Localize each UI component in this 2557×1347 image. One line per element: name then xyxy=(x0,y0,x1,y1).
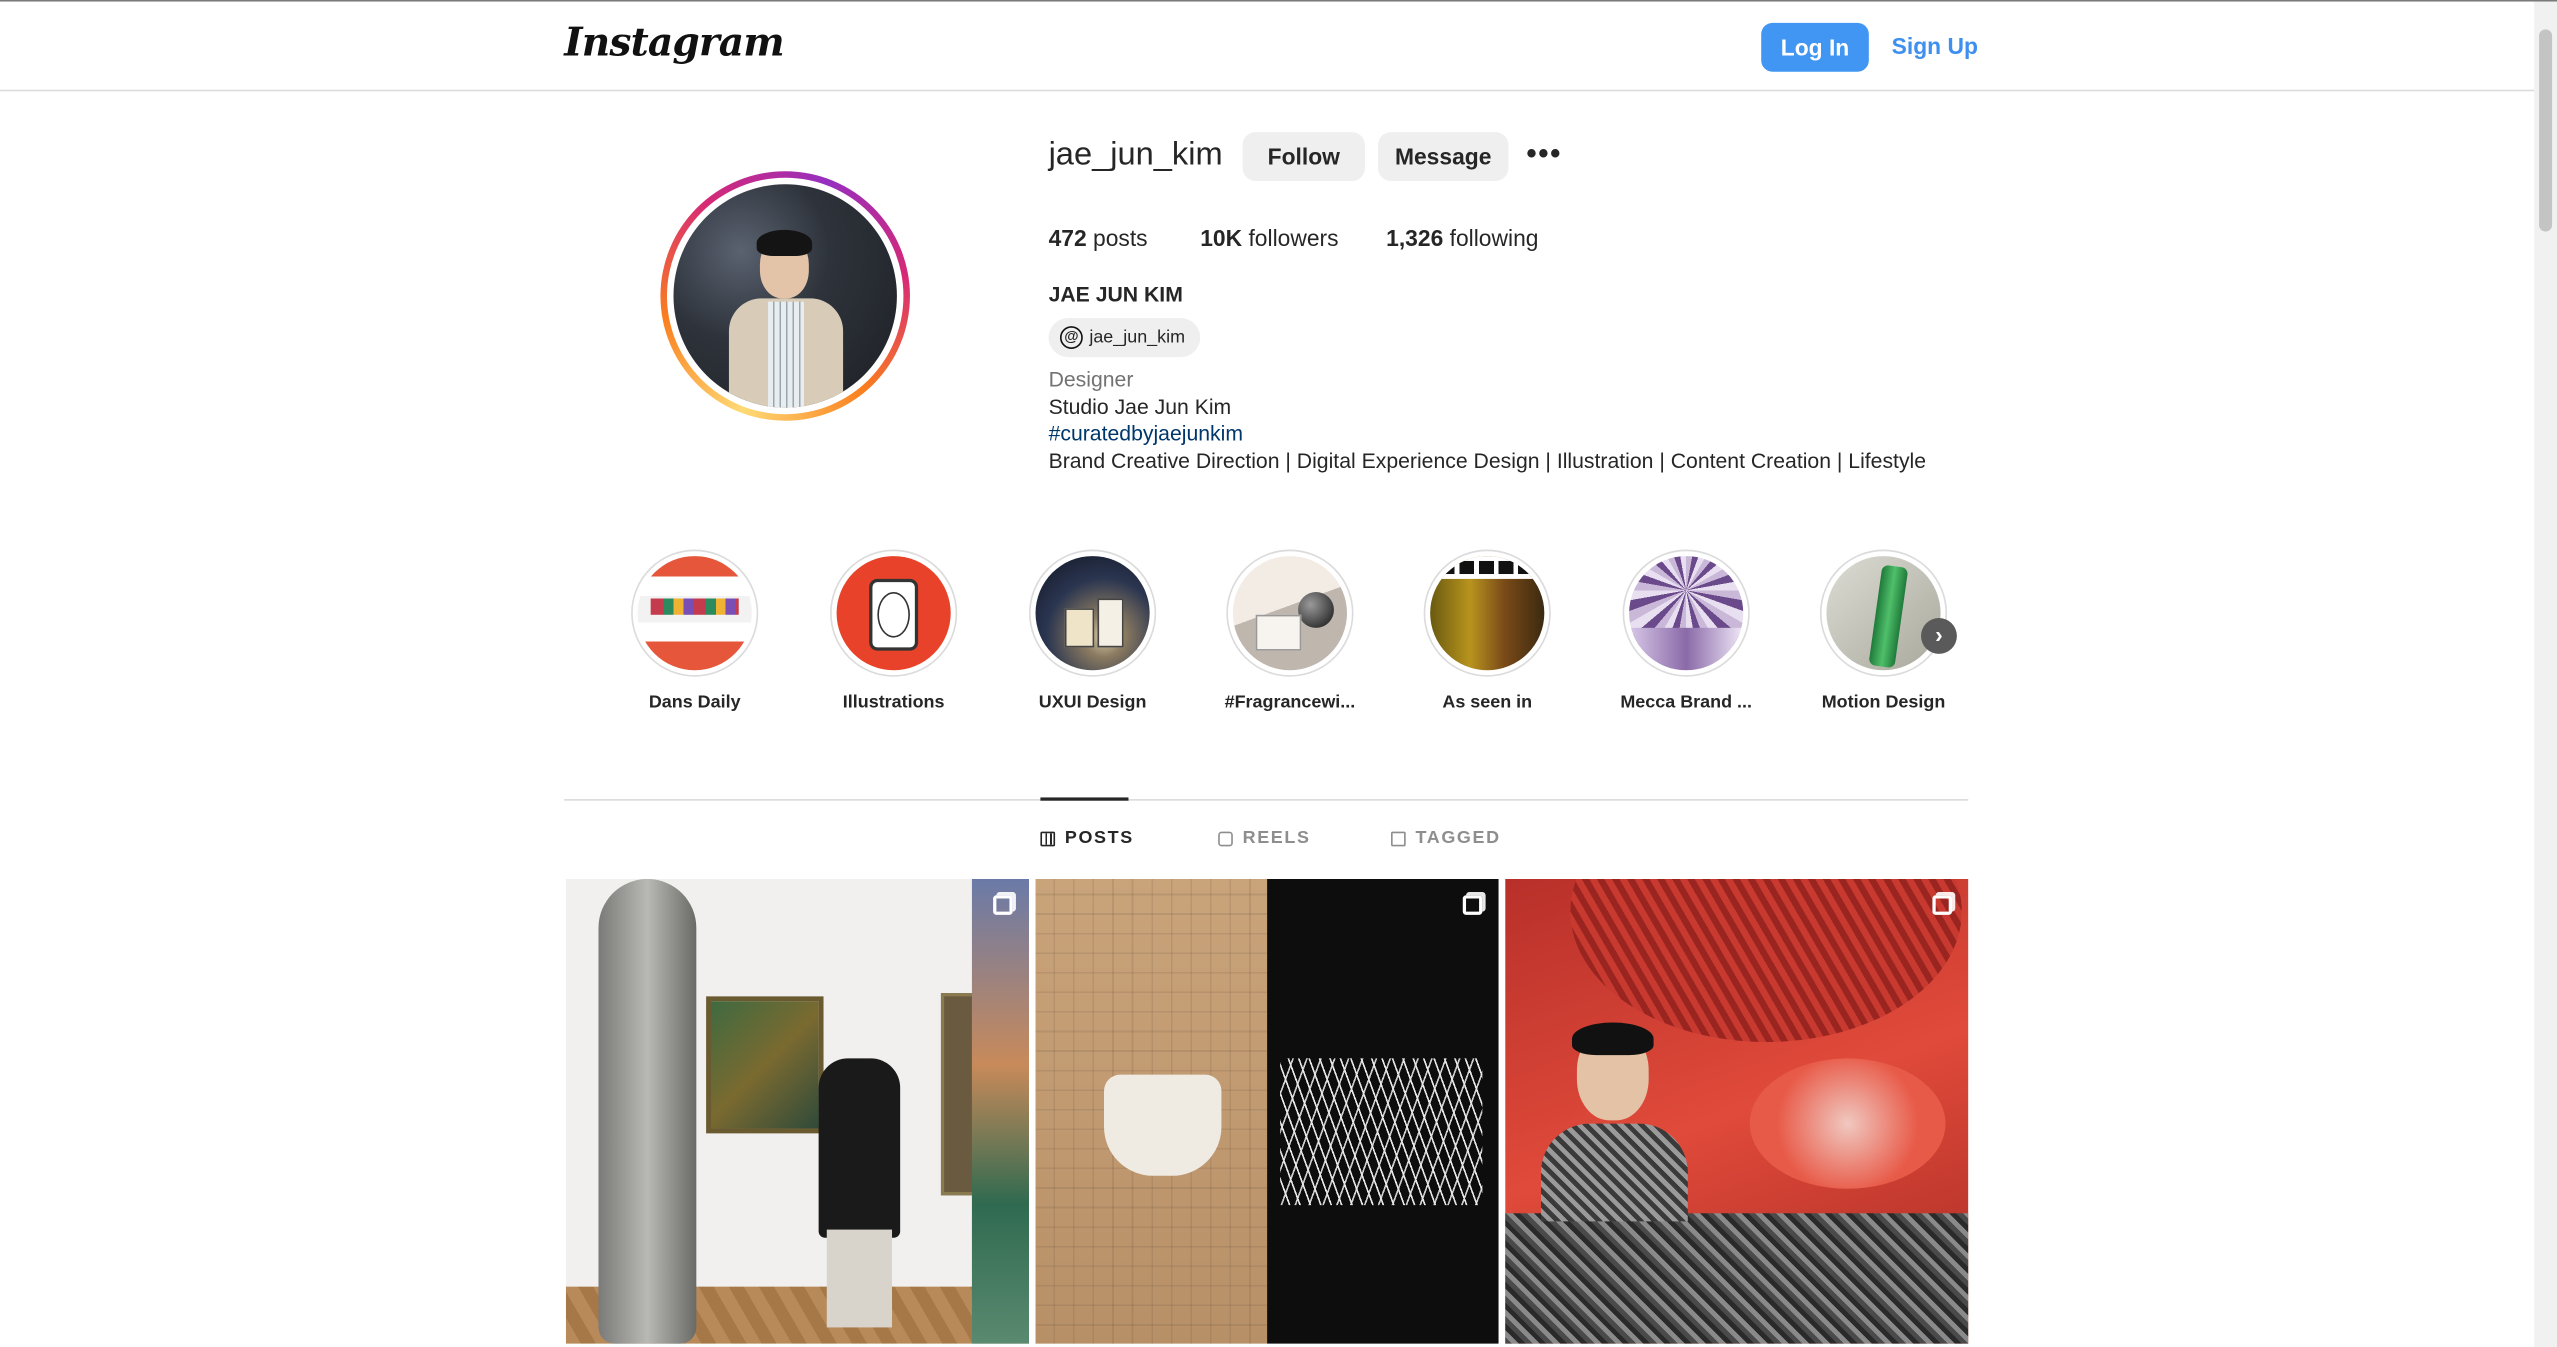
more-options-icon[interactable]: ••• xyxy=(1526,137,1562,171)
highlight-ring xyxy=(1028,549,1157,677)
highlight-ring xyxy=(1622,549,1750,677)
painting-shape xyxy=(706,996,824,1134)
highlight-cover xyxy=(836,556,951,671)
tab-tagged-label: TAGGED xyxy=(1415,828,1501,848)
profile-username: jae_jun_kim xyxy=(1048,136,1223,173)
posts-count: 472 xyxy=(1048,225,1087,252)
following-stat-label: following xyxy=(1449,225,1539,252)
highlight-ring xyxy=(1819,549,1948,677)
top-navbar: Instagram Log In Sign Up xyxy=(0,1,2535,92)
followers-stat-label: followers xyxy=(1248,225,1339,252)
post-thumbnail[interactable] xyxy=(1035,878,1499,1344)
highlight-cover xyxy=(637,556,752,671)
carousel-icon xyxy=(1462,895,1483,915)
highlight-item[interactable]: Mecca Brand ... xyxy=(1620,549,1752,713)
highlight-ring xyxy=(1423,549,1551,677)
threads-handle: jae_jun_kim xyxy=(1089,327,1186,348)
tab-posts[interactable]: POSTS xyxy=(1040,828,1133,848)
sculpture-eye-shape xyxy=(1749,1058,1946,1189)
feather-detail-shape xyxy=(1280,1058,1483,1206)
follow-button[interactable]: Follow xyxy=(1242,132,1365,182)
profile-avatar[interactable] xyxy=(660,171,910,421)
active-tab-indicator xyxy=(1040,797,1129,801)
scrollbar-thumb[interactable] xyxy=(2539,29,2553,232)
tab-tagged[interactable]: TAGGED xyxy=(1391,828,1501,848)
followers-count: 10K xyxy=(1200,225,1243,252)
avatar-photo xyxy=(673,184,897,408)
avatar-shirt-shape xyxy=(768,301,804,408)
highlight-label: Dans Daily xyxy=(648,693,741,713)
carousel-icon xyxy=(993,895,1013,915)
highlight-item[interactable]: Dans Daily xyxy=(631,549,759,713)
person-shape xyxy=(818,1058,901,1238)
avatar-hair-shape xyxy=(756,229,813,257)
carousel-icon xyxy=(1932,895,1952,915)
following-count: 1,326 xyxy=(1386,225,1444,252)
highlight-item[interactable]: #Fragrancewi... xyxy=(1225,549,1355,713)
tweed-coat-shape xyxy=(1505,1213,1969,1344)
perfume-bottle-shape xyxy=(1064,608,1095,648)
posts-stat-label: posts xyxy=(1093,225,1148,252)
highlight-cover xyxy=(1430,556,1545,671)
tab-posts-label: POSTS xyxy=(1064,828,1134,848)
perfume-bottle-shape xyxy=(1097,598,1124,648)
signup-link[interactable]: Sign Up xyxy=(1892,33,1978,59)
threads-icon: @ xyxy=(1059,326,1083,349)
handbag-shape xyxy=(1104,1074,1222,1176)
highlight-cover xyxy=(1035,556,1150,671)
highlight-cover xyxy=(1232,556,1347,671)
highlight-label: Motion Design xyxy=(1821,693,1946,713)
post-thumbnail[interactable] xyxy=(1505,878,1969,1344)
tab-reels-label: REELS xyxy=(1242,828,1311,848)
highlight-ring xyxy=(631,549,759,677)
bio-line: Studio Jae Jun Kim xyxy=(1048,394,1232,420)
post-thumbnail[interactable] xyxy=(565,878,1029,1344)
bio-hashtag-link[interactable]: #curatedbyjaejunkim xyxy=(1049,421,1243,445)
person-coat-shape xyxy=(1541,1123,1688,1222)
posts-stat: 472 posts xyxy=(1049,225,1148,251)
avatar-border xyxy=(666,177,904,415)
highlight-cover xyxy=(1629,556,1744,671)
following-stat[interactable]: 1,326 following xyxy=(1386,225,1538,251)
highlight-label: #Fragrancewi... xyxy=(1224,693,1356,713)
product-display-shape xyxy=(1629,627,1744,671)
highlight-label: As seen in xyxy=(1442,693,1533,713)
grid-icon xyxy=(1040,830,1056,846)
followers-stat[interactable]: 10K followers xyxy=(1200,225,1338,251)
highlight-item[interactable]: As seen in xyxy=(1423,549,1551,713)
highlights-next-arrow-icon[interactable]: › xyxy=(1921,618,1957,654)
box-shape xyxy=(1255,614,1302,651)
person-hair-shape xyxy=(1572,1022,1654,1056)
highlight-ring xyxy=(1226,549,1354,677)
magazine-masthead-letters xyxy=(1439,560,1535,575)
profile-full-name: JAE JUN KIM xyxy=(1048,282,1183,307)
highlight-label: UXUI Design xyxy=(1038,693,1147,713)
green-tube-shape xyxy=(1868,564,1909,669)
highlight-ring xyxy=(830,549,958,677)
message-button[interactable]: Message xyxy=(1377,132,1509,182)
highlight-item[interactable]: UXUI Design xyxy=(1028,549,1157,713)
statue-shape xyxy=(598,878,697,1344)
highlight-item[interactable]: Illustrations xyxy=(830,549,958,713)
highlight-cover-detail xyxy=(650,598,739,615)
black-sphere-shape xyxy=(1298,591,1334,628)
person-trousers-shape xyxy=(826,1229,893,1328)
tabs-divider xyxy=(564,799,1969,801)
highlight-cover xyxy=(1826,556,1941,671)
highlight-label: Mecca Brand ... xyxy=(1620,693,1752,713)
tagged-icon xyxy=(1391,830,1406,846)
bio-line: Brand Creative Direction | Digital Exper… xyxy=(1048,448,1927,473)
page-scrollbar[interactable] xyxy=(2534,1,2557,1347)
highlight-label: Illustrations xyxy=(842,693,945,713)
tab-reels[interactable]: REELS xyxy=(1218,828,1310,848)
threads-badge[interactable]: @ jae_jun_kim xyxy=(1048,317,1200,358)
bio-category: Designer xyxy=(1048,366,1134,392)
login-button[interactable]: Log In xyxy=(1761,22,1869,72)
candle-label-shape xyxy=(877,591,910,638)
collage-strip-shape xyxy=(971,878,1029,1344)
reels-icon xyxy=(1218,830,1233,846)
instagram-logo[interactable]: Instagram xyxy=(564,18,784,65)
